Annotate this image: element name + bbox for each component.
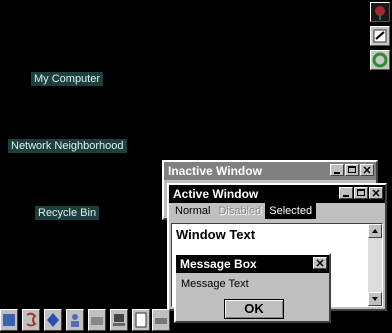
- tray-icon-strip: [368, 0, 392, 72]
- recycle-icon[interactable]: [370, 50, 390, 70]
- computer-icon[interactable]: [110, 309, 128, 331]
- menu-bar: Normal Disabled Selected: [169, 203, 385, 219]
- menu-item-normal[interactable]: Normal: [171, 203, 214, 219]
- close-button[interactable]: [369, 187, 383, 199]
- rose-icon[interactable]: [370, 2, 390, 22]
- message-box-title: Message Box: [180, 257, 257, 271]
- ok-button-label: OK: [244, 301, 264, 316]
- menu-item-disabled: Disabled: [218, 205, 262, 217]
- arrow-down-icon: [372, 297, 378, 301]
- message-text: Message Text: [181, 278, 249, 290]
- window-text: Window Text: [176, 227, 256, 242]
- close-icon: [316, 259, 324, 267]
- start-icon[interactable]: [0, 309, 18, 331]
- users-icon[interactable]: [66, 309, 84, 331]
- app-icon[interactable]: [22, 309, 40, 331]
- arrow-up-icon: [372, 229, 378, 233]
- close-icon: [372, 189, 380, 197]
- active-window-titlebar[interactable]: Active Window: [169, 185, 385, 203]
- desktop-icon-label: My Computer: [34, 73, 101, 85]
- minimize-icon: [334, 172, 340, 174]
- active-window-title: Active Window: [173, 187, 259, 201]
- desktop-icon-label: Network Neighborhood: [11, 140, 124, 152]
- close-button[interactable]: [313, 257, 327, 269]
- minimize-icon: [343, 195, 349, 197]
- vertical-scrollbar[interactable]: [368, 224, 382, 306]
- printer-icon[interactable]: [152, 309, 170, 331]
- maximize-button[interactable]: [345, 164, 359, 176]
- inactive-window-title: Inactive Window: [168, 164, 262, 178]
- ok-button[interactable]: OK: [224, 299, 284, 319]
- inactive-window-titlebar[interactable]: Inactive Window: [164, 162, 376, 180]
- minimize-button[interactable]: [339, 187, 353, 199]
- desktop-icon-my-computer[interactable]: My Computer: [31, 72, 104, 86]
- close-icon: [363, 166, 371, 174]
- message-box[interactable]: Message Box Message Text OK: [174, 253, 331, 323]
- desktop-icon-label: Recycle Bin: [38, 207, 97, 219]
- desktop-icon-recycle-bin[interactable]: Recycle Bin: [35, 206, 100, 220]
- scroll-up-button[interactable]: [368, 224, 382, 238]
- message-box-titlebar[interactable]: Message Box: [176, 255, 329, 273]
- scroll-down-button[interactable]: [368, 292, 382, 306]
- taskbar-icon-strip: [0, 309, 170, 333]
- minimize-button[interactable]: [330, 164, 344, 176]
- menu-item-selected[interactable]: Selected: [265, 203, 317, 219]
- maximize-icon: [357, 189, 365, 196]
- network-icon[interactable]: [44, 309, 62, 331]
- maximize-button[interactable]: [354, 187, 368, 199]
- desktop-icon-network-neighborhood[interactable]: Network Neighborhood: [8, 139, 127, 153]
- folder-icon[interactable]: [88, 309, 106, 331]
- settings-icon[interactable]: [370, 26, 390, 46]
- document-icon[interactable]: [132, 309, 150, 331]
- close-button[interactable]: [360, 164, 374, 176]
- maximize-icon: [348, 166, 356, 173]
